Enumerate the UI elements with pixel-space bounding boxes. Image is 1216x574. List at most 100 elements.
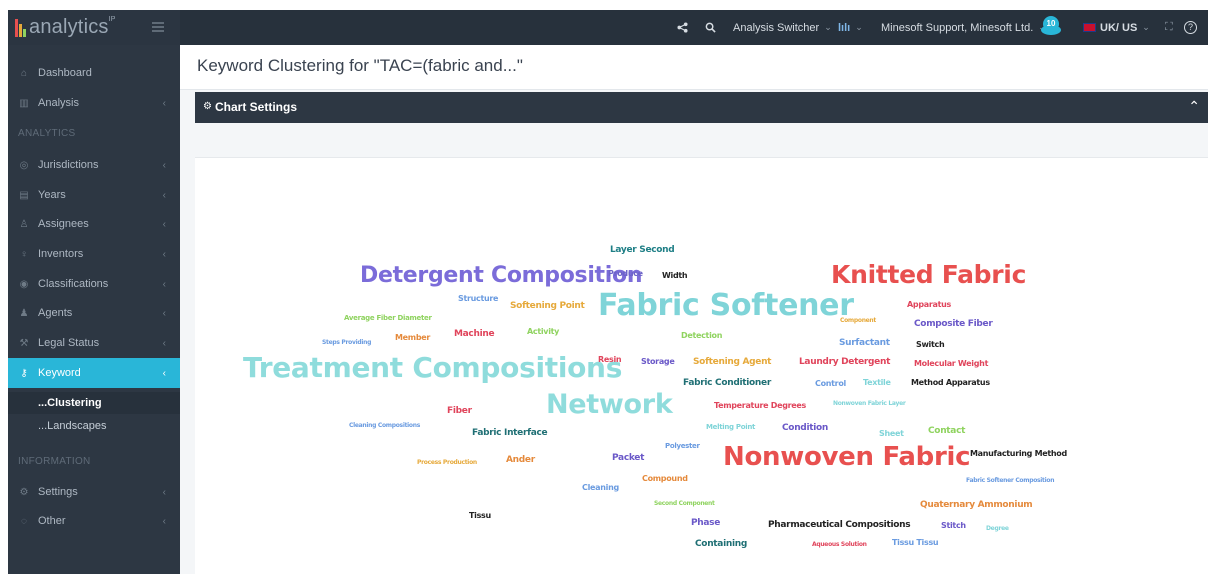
word-cloud-term[interactable]: Pharmaceutical Compositions [768, 521, 911, 530]
word-cloud-term[interactable]: Tissu [469, 512, 491, 520]
word-cloud: Layer Second Detergent Composition Produce… [195, 158, 1208, 574]
word-cloud-term[interactable]: Produce [608, 270, 643, 278]
word-cloud-term[interactable]: Softening Agent [693, 358, 771, 367]
word-cloud-term[interactable]: Tissu Tissu [892, 539, 939, 547]
sidebar-item-agents[interactable]: ♟ Agents ‹ [8, 298, 180, 328]
sidebar-item-legal-status[interactable]: ⚒ Legal Status ‹ [8, 328, 180, 358]
word-cloud-term[interactable]: Nonwoven Fabric Layer [833, 401, 906, 407]
word-cloud-term[interactable]: Containing [695, 540, 747, 549]
word-cloud-term[interactable]: Fabric Interface [472, 429, 548, 438]
word-cloud-term[interactable]: Quaternary Ammonium [920, 501, 1033, 510]
sidebar-item-years[interactable]: ▤ Years ‹ [8, 180, 180, 210]
region-dropdown[interactable]: UK/ US ⌄ [1083, 10, 1150, 45]
menu-toggle-icon[interactable] [152, 22, 164, 34]
word-cloud-term[interactable]: Member [395, 334, 430, 342]
sidebar-item-classifications[interactable]: ◉ Classifications ‹ [8, 269, 180, 299]
word-cloud-term[interactable]: Average Fiber Diameter [344, 315, 432, 322]
sidebar-item-settings[interactable]: ⚙ Settings ‹ [8, 477, 180, 507]
fullscreen-icon[interactable]: ⛶ [1165, 10, 1173, 45]
word-cloud-term[interactable]: Fiber [447, 407, 472, 416]
word-cloud-term[interactable]: Surfactant [839, 339, 890, 348]
word-cloud-term[interactable]: Structure [458, 295, 498, 303]
word-cloud-term[interactable]: Width [662, 272, 688, 280]
word-cloud-term[interactable]: Control [815, 380, 846, 388]
page-header: Keyword Clustering for "TAC=(fabric and.… [180, 45, 1208, 90]
chart-settings-bar[interactable]: ⚙ Chart Settings ⌃ [195, 92, 1208, 123]
word-cloud-term[interactable]: Cleaning [582, 484, 619, 492]
chevron-up-icon[interactable]: ⌃ [1188, 98, 1200, 115]
word-cloud-term[interactable]: Activity [527, 328, 559, 336]
chart-menu-dropdown[interactable]: lılı ⌄ [838, 10, 863, 45]
brand[interactable]: analyticsIP [8, 10, 180, 45]
word-cloud-term[interactable]: Nonwoven Fabric [723, 444, 971, 470]
word-cloud-term[interactable]: Ander [506, 456, 535, 465]
word-cloud-term[interactable]: Cleaning Compositions [349, 423, 420, 429]
word-cloud-term[interactable]: Apparatus [907, 301, 951, 309]
account-name: Minesoft Support, Minesoft Ltd. [881, 21, 1034, 34]
word-cloud-term[interactable]: Network [546, 391, 673, 418]
word-cloud-term[interactable]: Storage [641, 358, 675, 366]
word-cloud-term[interactable]: Temperature Degrees [714, 402, 806, 410]
gear-icon: ⚙ [203, 101, 212, 112]
account-dropdown[interactable]: Minesoft Support, Minesoft Ltd. ⌄ [881, 10, 1046, 45]
word-cloud-term[interactable]: Process Production [417, 460, 477, 466]
chevron-left-icon: ‹ [162, 97, 166, 109]
word-cloud-term[interactable]: Softening Point [510, 302, 585, 311]
word-cloud-term[interactable]: Method Apparatus [911, 379, 990, 387]
sidebar-item-label: Assignees [38, 218, 89, 230]
word-cloud-term[interactable]: Compound [642, 475, 688, 483]
circle-icon: ◌ [21, 515, 27, 527]
word-cloud-term[interactable]: Knitted Fabric [831, 262, 1026, 287]
sidebar-item-dashboard[interactable]: ⌂ Dashboard [8, 58, 180, 88]
sidebar-item-assignees[interactable]: ♙ Assignees ‹ [8, 209, 180, 239]
page-title: Keyword Clustering for "TAC=(fabric and.… [197, 56, 523, 75]
word-cloud-term[interactable]: Component [840, 318, 876, 324]
word-cloud-term[interactable]: Laundry Detergent [799, 358, 890, 367]
word-cloud-term[interactable]: Stitch [941, 522, 966, 530]
sidebar-item-keyword[interactable]: ⚷ Keyword ‹ [8, 358, 180, 388]
app-frame: analyticsIP Analysis Switcher ⌄ lılı ⌄ M… [8, 10, 1208, 574]
sidebar-item-analysis[interactable]: ▥ Analysis ‹ [8, 88, 180, 118]
word-cloud-term[interactable]: Resin [598, 356, 622, 364]
search-icon[interactable] [705, 10, 716, 45]
word-cloud-term[interactable]: Fabric Conditioner [683, 379, 771, 388]
users-icon: ♟ [19, 307, 29, 319]
word-cloud-term[interactable]: Fabric Softener Composition [966, 478, 1054, 484]
word-cloud-term[interactable]: Fabric Softener [598, 291, 854, 321]
word-cloud-term[interactable]: Phase [691, 519, 720, 528]
word-cloud-term[interactable]: Machine [454, 330, 495, 339]
word-cloud-term[interactable]: Detection [681, 332, 722, 340]
notification-badge[interactable]: 10 [1043, 16, 1059, 32]
word-cloud-term[interactable]: Melting Point [706, 424, 755, 431]
word-cloud-term[interactable]: Packet [612, 454, 644, 463]
word-cloud-term[interactable]: Degree [986, 526, 1009, 532]
sidebar-item-inventors[interactable]: ♀ Inventors ‹ [8, 239, 180, 269]
word-cloud-term[interactable]: Switch [916, 341, 945, 349]
word-cloud-term[interactable]: Layer Second [610, 246, 675, 255]
word-cloud-term[interactable]: Composite Fiber [914, 320, 993, 329]
word-cloud-term[interactable]: Treatment Compositions [243, 354, 622, 382]
word-cloud-term[interactable]: Condition [782, 424, 828, 433]
word-cloud-term[interactable]: Molecular Weight [914, 360, 988, 368]
word-cloud-term[interactable]: Aqueous Solution [812, 542, 867, 548]
sidebar-item-jurisdictions[interactable]: ◎ Jurisdictions ‹ [8, 150, 180, 180]
logo-icon [15, 18, 26, 37]
chevron-left-icon: ‹ [162, 189, 166, 201]
help-icon[interactable]: ? [1184, 10, 1197, 45]
word-cloud-term[interactable]: Detergent Composition [360, 265, 643, 287]
chevron-left-icon: ‹ [162, 307, 166, 319]
word-cloud-term[interactable]: Textile [863, 379, 891, 387]
sidebar-item-other[interactable]: ◌ Other ‹ [8, 506, 180, 536]
sidebar-item-label: Inventors [38, 248, 84, 260]
word-cloud-term[interactable]: Polyester [665, 443, 700, 450]
share-icon[interactable] [677, 10, 688, 45]
sidebar-subitem-clustering[interactable]: ...Clustering [8, 392, 180, 414]
sidebar-subitem-landscapes[interactable]: ...Landscapes [8, 415, 180, 437]
word-cloud-term[interactable]: Contact [928, 427, 965, 436]
word-cloud-term[interactable]: Second Component [654, 501, 715, 507]
word-cloud-term[interactable]: Sheet [879, 430, 904, 438]
word-cloud-term[interactable]: Manufacturing Method [970, 450, 1067, 458]
globe-icon: ◎ [19, 159, 29, 171]
word-cloud-term[interactable]: Steps Providing [322, 340, 371, 346]
analysis-switcher-dropdown[interactable]: Analysis Switcher ⌄ [733, 10, 832, 45]
